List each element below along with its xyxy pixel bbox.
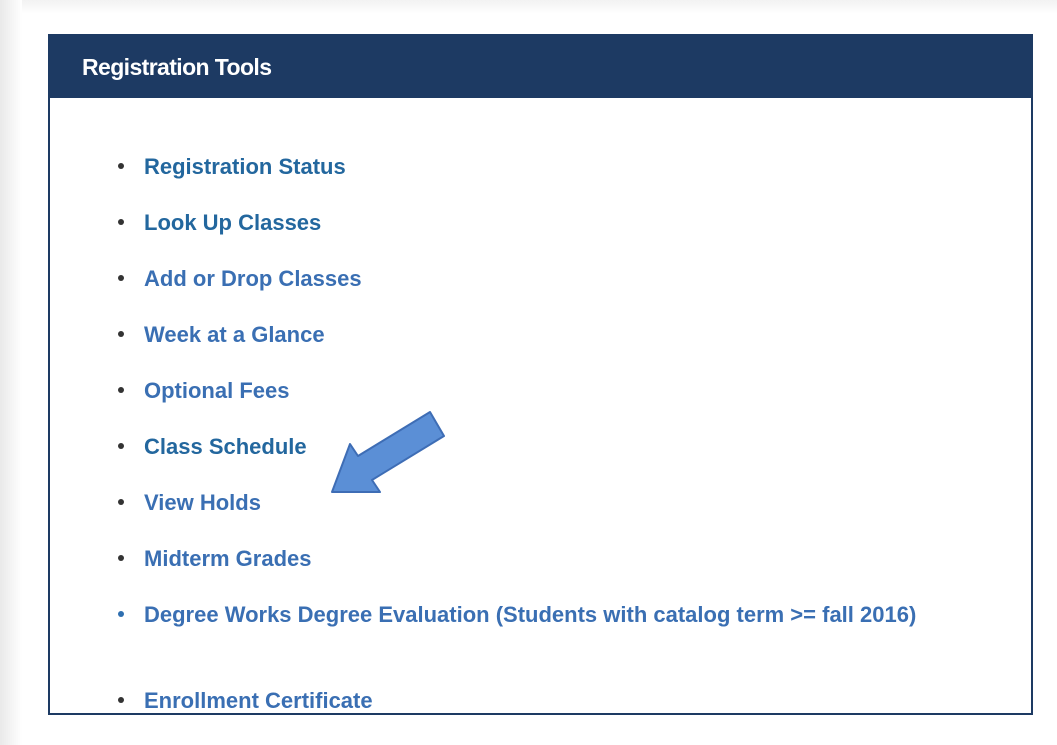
- bullet-icon: [118, 387, 124, 393]
- bullet-icon: [118, 331, 124, 337]
- link-midterm-grades[interactable]: Midterm Grades: [144, 546, 312, 572]
- list-item: Optional Fees: [50, 378, 1031, 404]
- link-enrollment-certificate[interactable]: Enrollment Certificate: [144, 688, 373, 714]
- panel-title: Registration Tools: [50, 36, 1031, 98]
- bullet-icon: [118, 163, 124, 169]
- list-item: Add or Drop Classes: [50, 266, 1031, 292]
- page: Registration Tools Registration Status L…: [0, 0, 1057, 745]
- bullet-icon: [118, 555, 124, 561]
- left-edge-shadow: [0, 0, 22, 745]
- link-degree-works[interactable]: Degree Works Degree Evaluation (Students…: [144, 602, 916, 628]
- link-class-schedule[interactable]: Class Schedule: [144, 434, 307, 460]
- list-item: Look Up Classes: [50, 210, 1031, 236]
- bullet-icon: [118, 697, 124, 703]
- link-week-at-a-glance[interactable]: Week at a Glance: [144, 322, 325, 348]
- list-item: Enrollment Certificate: [50, 688, 1031, 714]
- list-item: Week at a Glance: [50, 322, 1031, 348]
- list-item: Registration Status: [50, 154, 1031, 180]
- bullet-icon: [118, 611, 124, 617]
- bullet-icon: [118, 443, 124, 449]
- link-optional-fees[interactable]: Optional Fees: [144, 378, 289, 404]
- list-item: View Holds: [50, 490, 1031, 516]
- list-item: Midterm Grades: [50, 546, 1031, 572]
- registration-tools-panel: Registration Tools Registration Status L…: [48, 34, 1033, 715]
- link-registration-status[interactable]: Registration Status: [144, 154, 346, 180]
- link-add-or-drop-classes[interactable]: Add or Drop Classes: [144, 266, 362, 292]
- list-item: Degree Works Degree Evaluation (Students…: [50, 602, 1031, 628]
- list-item: Class Schedule: [50, 434, 1031, 460]
- link-look-up-classes[interactable]: Look Up Classes: [144, 210, 321, 236]
- link-view-holds[interactable]: View Holds: [144, 490, 261, 516]
- pointer-arrow-icon: [331, 411, 445, 493]
- bullet-icon: [118, 275, 124, 281]
- bullet-icon: [118, 219, 124, 225]
- bullet-icon: [118, 499, 124, 505]
